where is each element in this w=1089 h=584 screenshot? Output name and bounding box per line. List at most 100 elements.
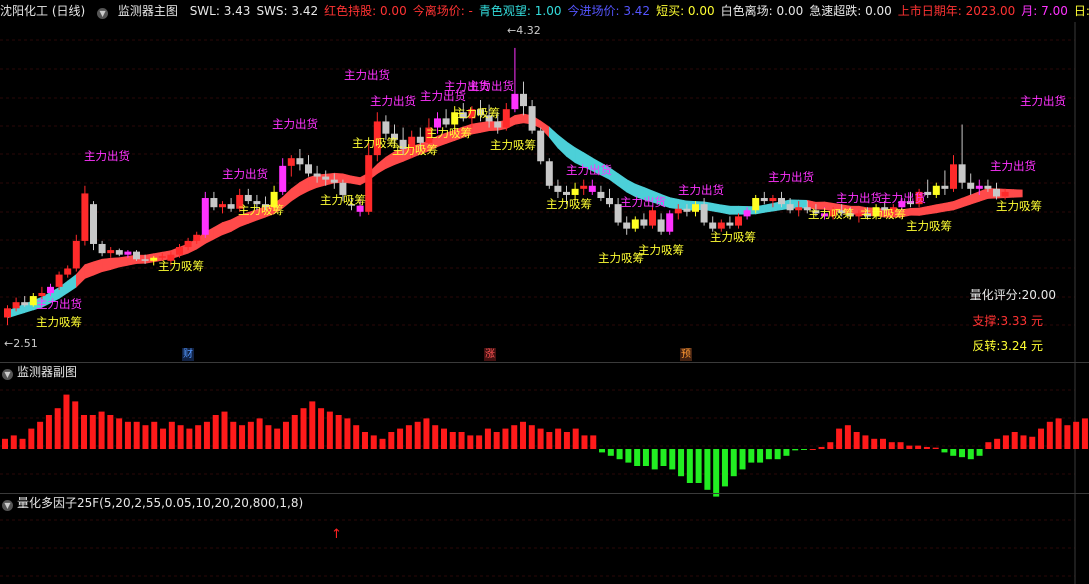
panel-divider	[0, 362, 1089, 363]
header-value-0: SWL: 3.43	[189, 4, 251, 18]
ribbon-segment	[230, 214, 240, 233]
histogram-bar	[142, 425, 149, 449]
histogram-bar	[818, 446, 825, 449]
ribbon-segment	[471, 122, 481, 135]
histogram-bar	[353, 425, 360, 449]
histogram-bar	[581, 435, 588, 449]
candle-body	[537, 130, 545, 162]
histogram-bar	[1064, 425, 1071, 449]
histogram-bar	[511, 425, 518, 449]
candle-body	[193, 234, 201, 241]
candle-body	[184, 240, 192, 248]
histogram-bar	[89, 415, 96, 449]
histogram-bar	[2, 438, 8, 449]
chevron-down-icon[interactable]: ▼	[97, 8, 109, 19]
candle-body	[279, 165, 287, 192]
candle-body	[313, 173, 321, 177]
event-marker-yu[interactable]: 预	[680, 348, 692, 361]
histogram-bar	[397, 428, 404, 449]
candle-body	[950, 164, 957, 189]
sell-signal-label: 主力出货	[36, 297, 82, 311]
stock-name[interactable]: 沈阳化工 (日线)	[0, 4, 85, 18]
sell-signal-label: 主力出货	[272, 117, 318, 131]
ribbon-segment	[944, 201, 954, 212]
histogram-bar	[959, 449, 966, 458]
candle-body	[657, 219, 665, 232]
chevron-down-icon[interactable]: ▼	[2, 369, 13, 380]
candle-body	[494, 121, 502, 128]
ribbon-segment	[1013, 189, 1023, 198]
ribbon-segment	[101, 257, 111, 273]
candle-body	[554, 185, 562, 192]
histogram-bar	[405, 425, 412, 449]
factor-panel-title[interactable]: 量化多因子25F(5,20,2,55,0.05,10,20,20,800,1,8…	[17, 496, 303, 510]
header-value-5: 今进场价: 3.42	[567, 4, 651, 18]
histogram-bar	[98, 411, 105, 449]
ribbon-segment	[514, 113, 524, 125]
buy-signal-label: 主力吸筹	[710, 230, 756, 244]
histogram-bar	[318, 408, 325, 449]
candle-body	[967, 182, 975, 189]
histogram-bar	[177, 425, 184, 449]
histogram-bar	[344, 418, 351, 449]
candle-body	[305, 164, 312, 174]
histogram-bar	[63, 394, 70, 449]
candle-body	[133, 251, 140, 260]
histogram-bar	[704, 449, 711, 490]
candle-body	[176, 247, 183, 255]
candle-body	[623, 222, 631, 229]
histogram-bar	[10, 435, 17, 449]
buy-signal-label: 主力吸筹	[996, 199, 1042, 213]
reversal-price: 反转:3.24 元	[972, 339, 1043, 353]
histogram-bar	[765, 449, 772, 460]
indicator-name[interactable]: 监测器主图	[118, 4, 178, 18]
candle-body	[640, 219, 648, 226]
candle-body	[597, 191, 605, 199]
sell-signal-label: 主力出货	[468, 79, 514, 93]
candle-body	[55, 274, 63, 287]
histogram-bar	[1020, 435, 1027, 449]
histogram-bar	[458, 432, 465, 449]
histogram-bar	[54, 408, 61, 449]
sub-panel-title[interactable]: 监测器副图	[17, 365, 77, 379]
histogram-bar	[484, 428, 491, 449]
histogram-bar	[247, 421, 254, 449]
ribbon-segment	[299, 177, 309, 196]
candle-body	[81, 193, 89, 241]
candle-body	[580, 185, 588, 189]
candle-body	[975, 185, 983, 189]
candle-body	[752, 198, 760, 211]
histogram-bar	[590, 435, 597, 449]
ribbon-segment	[290, 181, 301, 202]
candle-body	[778, 198, 785, 205]
candle-body	[227, 204, 235, 209]
chevron-down-icon[interactable]: ▼	[2, 500, 13, 511]
histogram-bar	[906, 445, 913, 449]
histogram-bar	[133, 421, 140, 449]
candle-body	[502, 109, 510, 128]
ribbon-segment	[961, 194, 972, 208]
histogram-bar	[493, 432, 500, 449]
candle-body	[528, 106, 536, 131]
histogram-bar	[291, 415, 298, 449]
candle-body	[141, 259, 149, 261]
histogram-bar	[634, 449, 641, 466]
candle-body	[769, 198, 777, 202]
histogram-bar	[853, 432, 860, 449]
candle-body	[563, 191, 570, 195]
event-marker-zhang[interactable]: 涨	[484, 348, 496, 361]
histogram-bar	[915, 445, 922, 449]
event-marker-cai[interactable]: 财	[182, 348, 194, 361]
sell-signal-label: 主力出货	[678, 183, 724, 197]
ribbon-segment	[480, 120, 490, 133]
histogram-bar	[361, 432, 368, 449]
buy-signal-label: 主力吸筹	[320, 193, 366, 207]
candle-body	[124, 251, 132, 255]
candle-body	[545, 161, 553, 186]
header-values: SWL: 3.43 SWS: 3.42 红色持股: 0.00 今离场价: - 青色观望:…	[190, 4, 1089, 18]
ribbon-segment	[548, 126, 559, 149]
histogram-bar	[379, 438, 386, 449]
histogram-bar	[520, 421, 527, 449]
histogram-bar	[563, 432, 570, 449]
histogram-bar	[976, 449, 983, 456]
